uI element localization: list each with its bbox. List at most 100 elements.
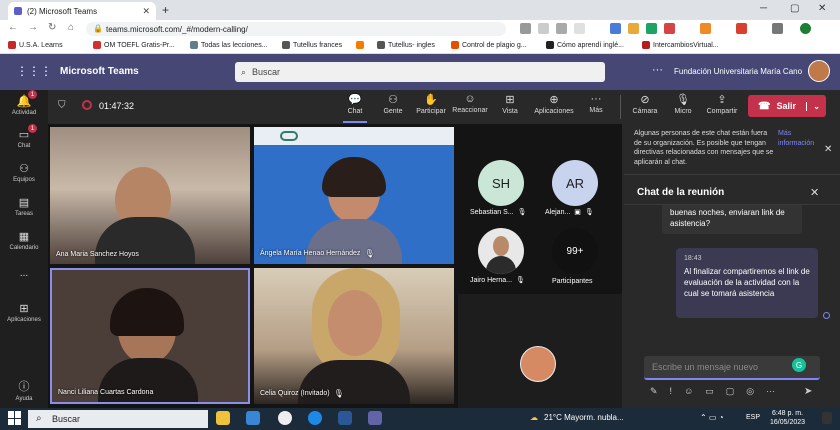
forward-icon[interactable]: → xyxy=(28,22,38,33)
toolbar-view-button[interactable]: ⊞ Vista xyxy=(490,93,530,115)
rail-item-help[interactable]: ⓘ Ayuda xyxy=(0,378,48,402)
grammarly-icon[interactable] xyxy=(646,23,657,34)
reload-icon[interactable]: ↻ xyxy=(48,22,56,33)
gif-icon[interactable]: ▭ xyxy=(705,386,714,397)
browser-tab[interactable]: (2) Microsoft Teams ✕ xyxy=(8,2,156,20)
more-info-link[interactable]: Más información xyxy=(778,129,822,148)
close-window-icon[interactable]: ✕ xyxy=(818,3,826,14)
emoji-icon[interactable]: ☺ xyxy=(684,386,693,397)
search-input[interactable]: ⌕ Buscar xyxy=(235,62,605,82)
new-tab-button[interactable]: + xyxy=(162,3,169,17)
extension-icon[interactable] xyxy=(628,23,639,34)
maximize-icon[interactable]: ▢ xyxy=(790,3,799,14)
extension-icon[interactable] xyxy=(664,23,675,34)
weather-widget[interactable]: ☁ 21°C Mayorm. nubla... xyxy=(530,413,624,422)
priority-icon[interactable]: ! xyxy=(670,386,673,397)
toolbar-camera-button[interactable]: ⊘ Cámara xyxy=(625,93,665,115)
more-icon[interactable]: ··· xyxy=(766,386,775,397)
rail-item-apps[interactable]: ⊞ Aplicaciones xyxy=(0,302,48,323)
teams-taskbar-icon[interactable] xyxy=(368,411,382,425)
video-tile[interactable]: Celia Quiroz (Invitado) 🎙 xyxy=(254,268,454,404)
grammarly-icon[interactable]: G xyxy=(792,358,806,372)
bookmark-item[interactable]: IntercambiosVirtual... xyxy=(642,41,719,49)
loop-icon[interactable]: ◎ xyxy=(746,386,754,397)
video-tile[interactable]: Ana Maria Sanchez Hoyos xyxy=(50,127,250,264)
file-explorer-icon[interactable] xyxy=(216,411,230,425)
rail-item-more[interactable]: ... xyxy=(0,268,48,279)
cast-icon[interactable] xyxy=(520,23,531,34)
avatar[interactable] xyxy=(478,228,524,274)
puzzle-icon[interactable] xyxy=(772,23,783,34)
send-icon[interactable]: ➤ xyxy=(804,386,812,397)
keyboard-language[interactable]: ESP xyxy=(746,414,760,421)
rail-item-chat[interactable]: ▭ Chat xyxy=(0,128,48,149)
bookmark-item[interactable]: Todas las lecciones... xyxy=(190,41,268,49)
leave-button[interactable]: ☎ Salir ⌄ xyxy=(748,95,826,117)
toolbar-apps-button[interactable]: ⊕ Aplicaciones xyxy=(534,93,574,115)
more-options-icon[interactable]: ··· xyxy=(652,64,663,76)
format-icon[interactable]: ✎ xyxy=(650,386,658,397)
chat-message-own: 18:43 Al finalizar compartiremos el link… xyxy=(676,248,818,318)
bookmark-item[interactable] xyxy=(356,41,367,49)
windows-start-icon[interactable] xyxy=(8,411,22,425)
extension-icon[interactable] xyxy=(610,23,621,34)
participant-video xyxy=(98,358,198,402)
taskbar-search[interactable]: ⌕ Buscar xyxy=(28,410,208,428)
toolbar-more-button[interactable]: ··· Más xyxy=(576,93,616,114)
avatar[interactable]: AR xyxy=(552,160,598,206)
avatar[interactable]: SH xyxy=(478,160,524,206)
app-icon[interactable] xyxy=(278,411,292,425)
system-tray-icons[interactable]: ⌃ ▭ ◔ xyxy=(700,413,724,422)
rail-item-calendar[interactable]: ▦ Calendario xyxy=(0,230,48,251)
url-field[interactable]: 🔒 teams.microsoft.com/_#/modern-calling/ xyxy=(86,22,506,36)
app-launcher-icon[interactable]: ⋮⋮⋮ xyxy=(16,64,52,78)
toolbar-chat-button[interactable]: 💬 Chat xyxy=(335,93,375,115)
chevron-down-icon[interactable]: ⌄ xyxy=(806,101,820,111)
user-avatar[interactable] xyxy=(808,60,830,82)
more-participants-button[interactable]: 99+ xyxy=(552,228,598,274)
bookmark-item[interactable]: U.S.A. Learns xyxy=(8,41,63,49)
bookmark-item[interactable]: Cómo aprendí inglé... xyxy=(546,41,624,49)
self-avatar[interactable] xyxy=(520,346,556,382)
bookmark-item[interactable]: Tutellus frances xyxy=(282,41,342,49)
extension-icon[interactable] xyxy=(736,23,747,34)
participant-hair xyxy=(110,288,184,336)
rail-item-teams[interactable]: ⚇ Equipos xyxy=(0,162,48,183)
mic-off-icon: 🎙 xyxy=(584,209,594,216)
close-tab-icon[interactable]: ✕ xyxy=(142,6,150,17)
rail-item-assignments[interactable]: ▤ Tareas xyxy=(0,196,48,217)
notification-icon[interactable] xyxy=(822,412,832,424)
sticker-icon[interactable]: ▢ xyxy=(726,386,735,397)
hand-icon: ✋ xyxy=(424,94,438,106)
edge-icon[interactable] xyxy=(308,411,322,425)
share-screen-icon: ⇪ xyxy=(717,94,727,106)
share-icon[interactable] xyxy=(556,23,567,34)
video-tile[interactable]: Ángela María Henao Hernández 🎙 xyxy=(254,127,454,264)
bookmark-item[interactable]: OM TOEFL Gratis-Pr... xyxy=(93,41,175,49)
toolbar-react-button[interactable]: ☺ Reaccionar xyxy=(450,93,490,114)
bookmark-item[interactable]: Tutellus- ingles xyxy=(377,41,435,49)
toolbar-mic-button[interactable]: 🎙 Micro xyxy=(663,93,703,115)
close-notice-icon[interactable]: ✕ xyxy=(824,144,832,155)
toolbar-people-button[interactable]: ⚇ Gente xyxy=(373,93,413,115)
toolbar-raise-hand-button[interactable]: ✋ Participar xyxy=(411,93,451,115)
extension-icon[interactable] xyxy=(700,23,711,34)
search-icon: ⌕ xyxy=(36,413,42,424)
toolbar-share-button[interactable]: ⇪ Compartir xyxy=(702,93,742,115)
bookmark-item[interactable]: Control de plagio g... xyxy=(451,41,527,49)
video-tile-speaking[interactable]: Nanci Liliana Cuartas Cardona xyxy=(50,268,250,404)
chat-title: Chat de la reunión xyxy=(637,187,725,198)
active-indicator xyxy=(343,121,367,123)
people-icon: ⚇ xyxy=(388,94,398,106)
clock[interactable]: 6:48 p. m. 16/05/2023 xyxy=(770,409,805,427)
rail-item-activity[interactable]: 🔔 Actividad xyxy=(0,94,48,116)
profile-avatar[interactable] xyxy=(800,23,811,34)
bookmark-star-icon[interactable] xyxy=(574,23,585,34)
chrome-icon[interactable] xyxy=(246,411,260,425)
home-icon[interactable]: ⌂ xyxy=(68,22,74,33)
back-icon[interactable]: ← xyxy=(8,22,18,33)
word-icon[interactable] xyxy=(338,411,352,425)
close-chat-icon[interactable]: ✕ xyxy=(810,186,819,199)
zoom-icon[interactable] xyxy=(538,23,549,34)
minimize-icon[interactable]: ─ xyxy=(760,3,767,14)
